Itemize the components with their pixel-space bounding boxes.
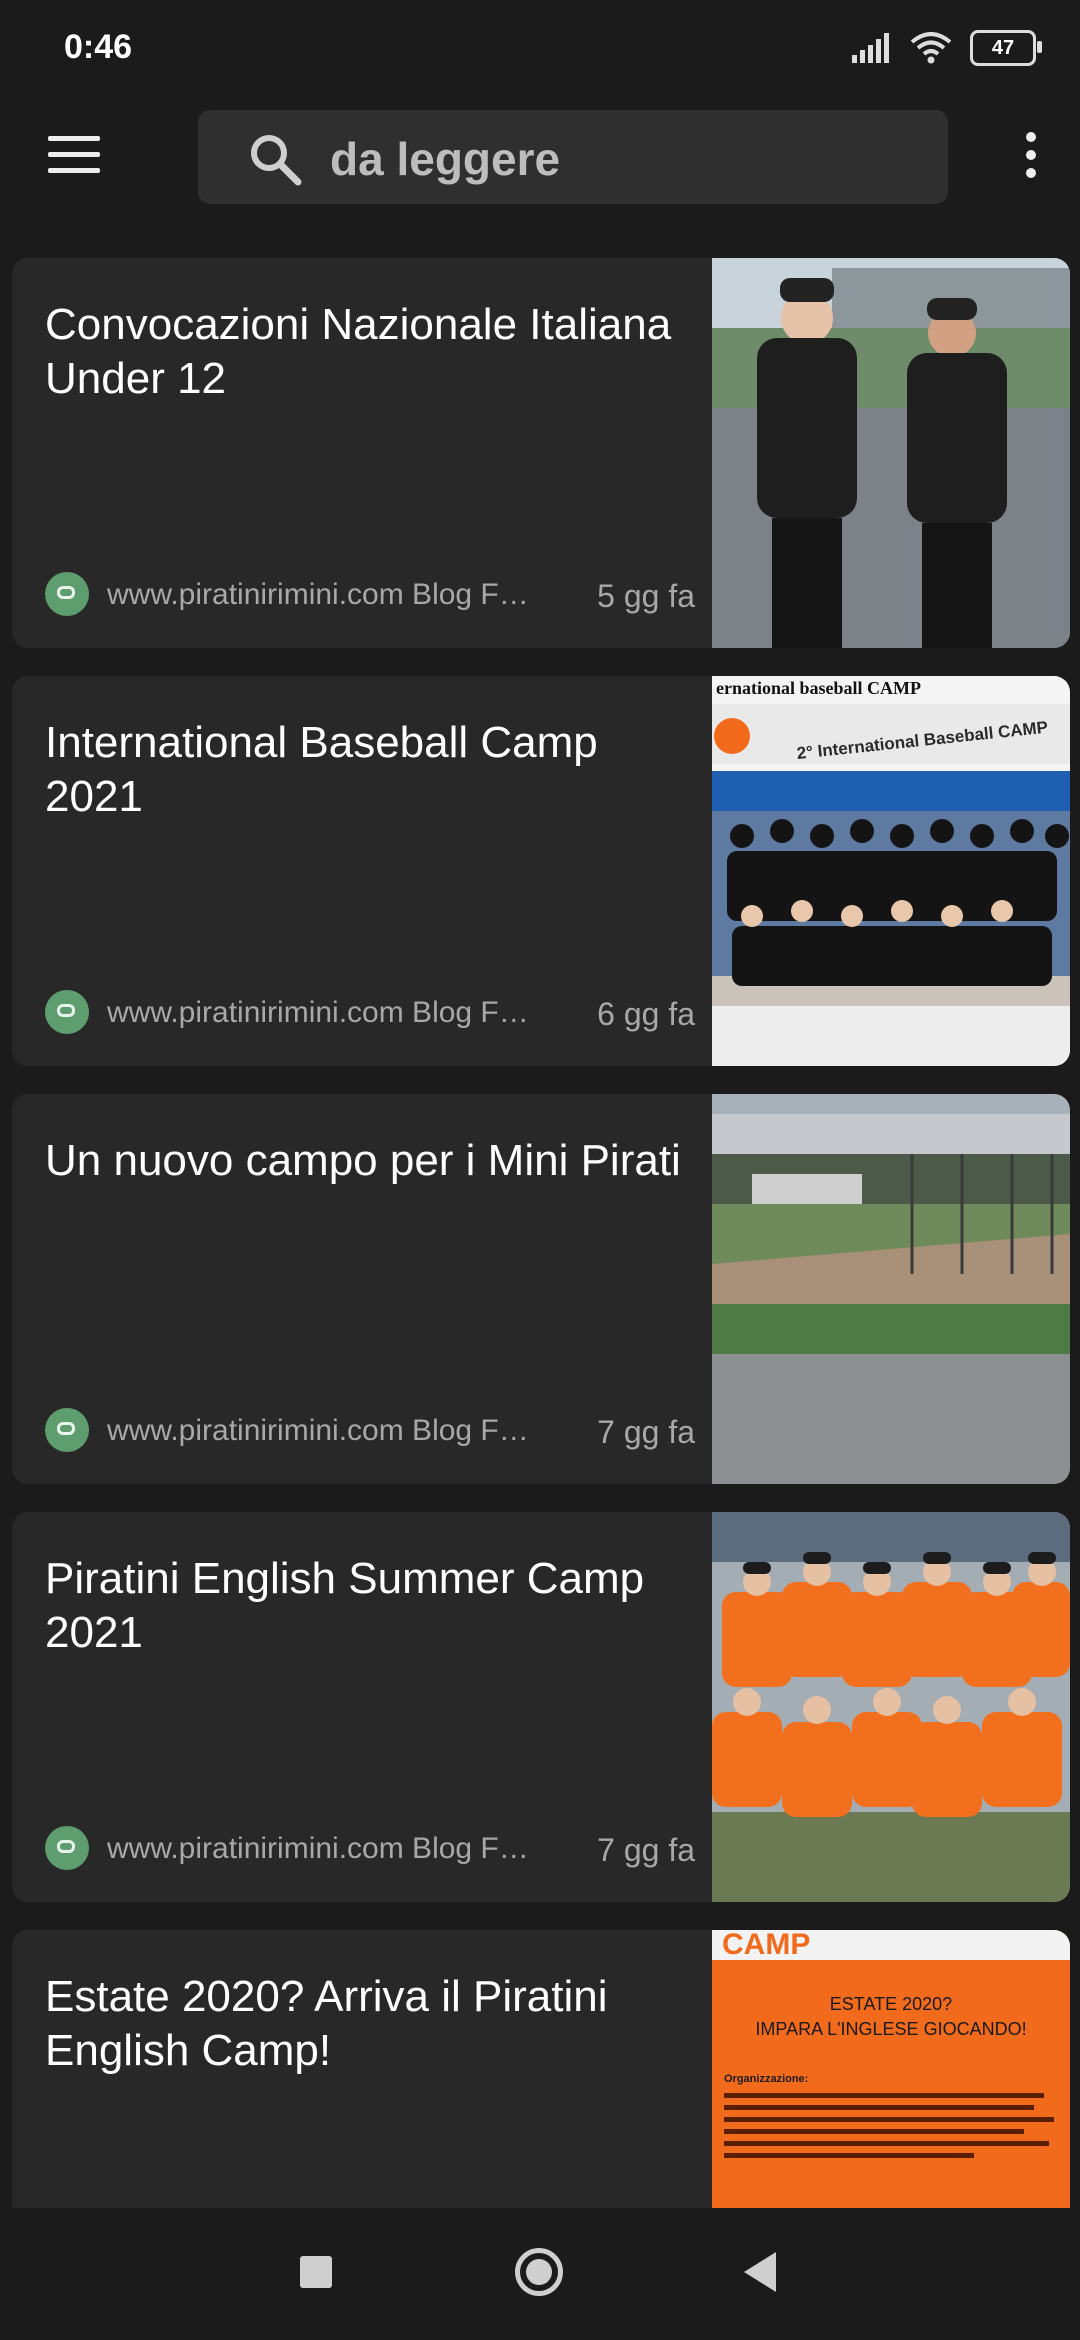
article-meta: www.piratinirimini.com Blog Fe... 7 gg f… <box>45 1408 695 1452</box>
article-source: www.piratinirimini.com Blog Fe... <box>107 1414 539 1447</box>
article-source: www.piratinirimini.com Blog Fe... <box>107 578 539 611</box>
thumbnail-image <box>712 1094 1070 1484</box>
thumbnail-line2-text: IMPARA L'INGLESE GIOCANDO! <box>755 2019 1026 2039</box>
article-thumbnail <box>712 1512 1070 1902</box>
article-age: 7 gg fa <box>597 1832 695 1868</box>
battery-level: 47 <box>991 36 1015 59</box>
source-icon <box>45 1826 89 1870</box>
article-card[interactable]: Estate 2020? Arriva il Piratini English … <box>12 1930 1070 2208</box>
article-meta: www.piratinirimini.com Blog Fe... 6 gg f… <box>45 990 695 1034</box>
recent-apps-icon[interactable] <box>300 2256 332 2288</box>
article-thumbnail <box>712 1094 1070 1484</box>
article-age: 7 gg fa <box>597 1414 695 1450</box>
article-thumbnail: ernational baseball CAMP 2° Internationa… <box>712 676 1070 1066</box>
thumbnail-line1-text: ESTATE 2020? <box>830 1994 952 2014</box>
article-title: Piratini English Summer Camp 2021 <box>45 1554 645 1657</box>
system-navigation-bar <box>0 2212 1080 2340</box>
thumbnail-image <box>712 258 1070 648</box>
app-bar: da leggere <box>0 108 1080 208</box>
signal-icon <box>852 33 889 63</box>
article-age: 6 gg fa <box>597 996 695 1032</box>
article-title: Estate 2020? Arriva il Piratini English … <box>45 1972 608 2075</box>
article-title: Convocazioni Nazionale Italiana Under 12 <box>45 300 672 403</box>
source-icon <box>45 572 89 616</box>
status-bar: 0:46 47 <box>0 0 1080 100</box>
article-card[interactable]: Piratini English Summer Camp 2021 www.pi… <box>12 1512 1070 1902</box>
source-icon <box>45 1408 89 1452</box>
article-meta: www.piratinirimini.com Blog Fe... 7 gg f… <box>45 1826 695 1870</box>
thumbnail-header-text: ernational baseball CAMP <box>716 678 921 698</box>
article-feed: Convocazioni Nazionale Italiana Under 12… <box>12 258 1070 2208</box>
source-icon <box>45 990 89 1034</box>
wifi-icon <box>910 32 952 64</box>
article-title: International Baseball Camp 2021 <box>45 718 598 821</box>
search-query: da leggere <box>330 133 561 185</box>
thumbnail-image: ernational baseball CAMP 2° Internationa… <box>712 676 1070 1066</box>
battery-icon: 47 <box>970 30 1042 66</box>
article-meta: www.piratinirimini.com Blog Fe... 5 gg f… <box>45 572 695 616</box>
article-card[interactable]: International Baseball Camp 2021 www.pir… <box>12 676 1070 1066</box>
article-card[interactable]: Convocazioni Nazionale Italiana Under 12… <box>12 258 1070 648</box>
article-title: Un nuovo campo per i Mini Pirati <box>45 1136 681 1185</box>
search-bar[interactable]: da leggere <box>198 110 948 204</box>
search-icon <box>251 135 302 186</box>
thumbnail-org-text: Organizzazione: <box>724 2073 808 2085</box>
back-icon[interactable] <box>744 2252 776 2292</box>
menu-icon[interactable] <box>48 136 104 180</box>
thumbnail-image: CAMP ESTATE 2020? IMPARA L'INGLESE GIOCA… <box>712 1930 1070 2208</box>
article-thumbnail: CAMP ESTATE 2020? IMPARA L'INGLESE GIOCA… <box>712 1930 1070 2208</box>
more-options-icon[interactable] <box>1022 132 1040 184</box>
article-source: www.piratinirimini.com Blog Fe... <box>107 996 539 1029</box>
article-card[interactable]: Un nuovo campo per i Mini Pirati www.pir… <box>12 1094 1070 1484</box>
thumbnail-image <box>712 1512 1070 1902</box>
article-source: www.piratinirimini.com Blog Fe... <box>107 1832 539 1865</box>
status-icons: 47 <box>852 30 1042 66</box>
thumbnail-head-text: CAMP <box>722 1930 810 1961</box>
status-time: 0:46 <box>64 28 133 66</box>
article-thumbnail <box>712 258 1070 648</box>
home-icon[interactable] <box>515 2248 563 2296</box>
article-age: 5 gg fa <box>597 578 695 614</box>
